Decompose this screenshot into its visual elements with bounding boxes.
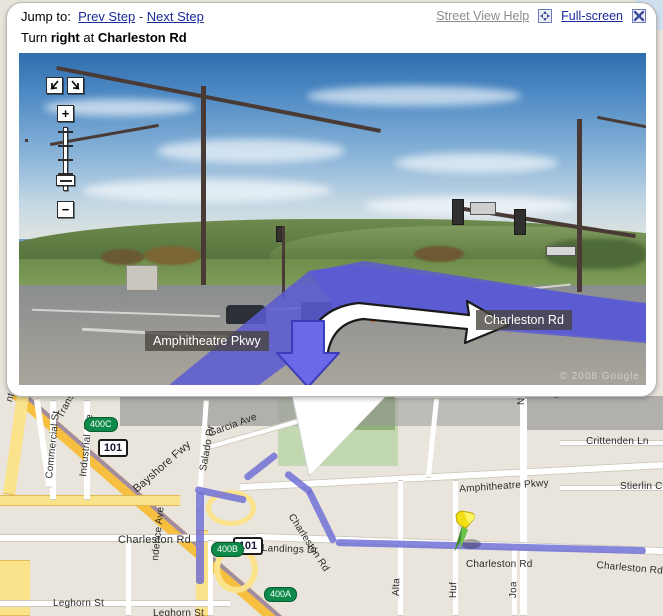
close-icon[interactable] (632, 9, 646, 23)
jump-to-label: Jump to: (21, 9, 71, 24)
map-street-label: Leghorn St (53, 598, 104, 609)
zoom-in-button[interactable]: + (57, 105, 74, 122)
map-street-label: Amphitheatre Pkwy (459, 477, 550, 495)
map-street-label: Joa (508, 581, 520, 599)
zoom-slider-tick (58, 159, 73, 161)
map-road-yellow-horizontal (0, 495, 180, 506)
map-exit-badge: 400B (211, 542, 245, 557)
map-gray-band-left (120, 396, 305, 426)
map-street-label: Alta (391, 577, 403, 597)
fullscreen-icon[interactable] (538, 9, 553, 23)
step-separator: - (138, 9, 144, 24)
sv-street-label-charleston: Charleston Rd (476, 310, 572, 330)
pushpin-marker[interactable] (448, 508, 482, 554)
street-view-image[interactable]: Amphitheatre Pkwy Charleston Rd © 2008 G… (19, 53, 646, 385)
map-street-label: Huf (448, 581, 460, 599)
map-road-shoreline (520, 398, 527, 616)
map-exit-badge: 400A (264, 587, 298, 602)
map-street-label: Charleston Rd (596, 560, 663, 577)
prev-step-link[interactable]: Prev Step (78, 9, 135, 24)
streetview-popup-panel: Jump to: Prev Step - Next Step Turn righ… (6, 2, 657, 397)
map-gray-band-right (525, 396, 663, 430)
sv-street-label-amphitheatre: Amphitheatre Pkwy (145, 331, 269, 351)
fullscreen-link[interactable]: Full-screen (561, 9, 623, 23)
rotate-right-icon[interactable] (67, 77, 84, 94)
sv-label-text: Charleston Rd (484, 313, 564, 327)
zoom-slider-tick (58, 131, 73, 133)
sv-label-text: Amphitheatre Pkwy (153, 334, 261, 348)
map-road-antonio (3, 394, 29, 496)
zoom-out-button[interactable]: − (57, 201, 74, 218)
map-route-segment-nw (243, 451, 279, 482)
map-road-leghorn (0, 600, 230, 607)
map-street-label: Crittenden Ln (586, 436, 649, 447)
map-street-label: Leghorn St (153, 608, 204, 616)
map-street-label: Bayshore Fwy (131, 438, 194, 496)
direction-prefix: Turn (21, 30, 51, 45)
route-overlay (169, 261, 646, 385)
next-step-link[interactable]: Next Step (147, 9, 204, 24)
map-road-yellow-lower-left (0, 560, 30, 616)
map-road-independence (126, 540, 131, 616)
direction-street: Charleston Rd (97, 30, 187, 45)
direction-action: right (50, 30, 80, 45)
map-route-segment-vertical (196, 492, 204, 584)
direction-instruction: Turn right at Charleston Rd (21, 30, 187, 45)
direction-middle: at (79, 30, 98, 45)
map-street-label: Charleston Rd (466, 559, 533, 570)
map-exit-badge: 400C (84, 417, 118, 432)
rotate-left-icon[interactable] (46, 77, 63, 94)
streetview-map-page: ntonio RdTransport StCommercial StIndust… (0, 0, 663, 616)
street-view-help-link[interactable]: Street View Help (436, 9, 529, 23)
copyright-notice: © 2008 Google (559, 371, 640, 382)
zoom-slider-thumb[interactable] (56, 175, 75, 186)
map-highway-shield: 101 (98, 439, 128, 457)
map-street-label: Stierlin Ct (620, 481, 663, 492)
zoom-slider-tick (58, 145, 73, 147)
panel-toolbar: Street View Help Full-screen (436, 9, 646, 23)
jump-to-row: Jump to: Prev Step - Next Step (21, 9, 204, 24)
